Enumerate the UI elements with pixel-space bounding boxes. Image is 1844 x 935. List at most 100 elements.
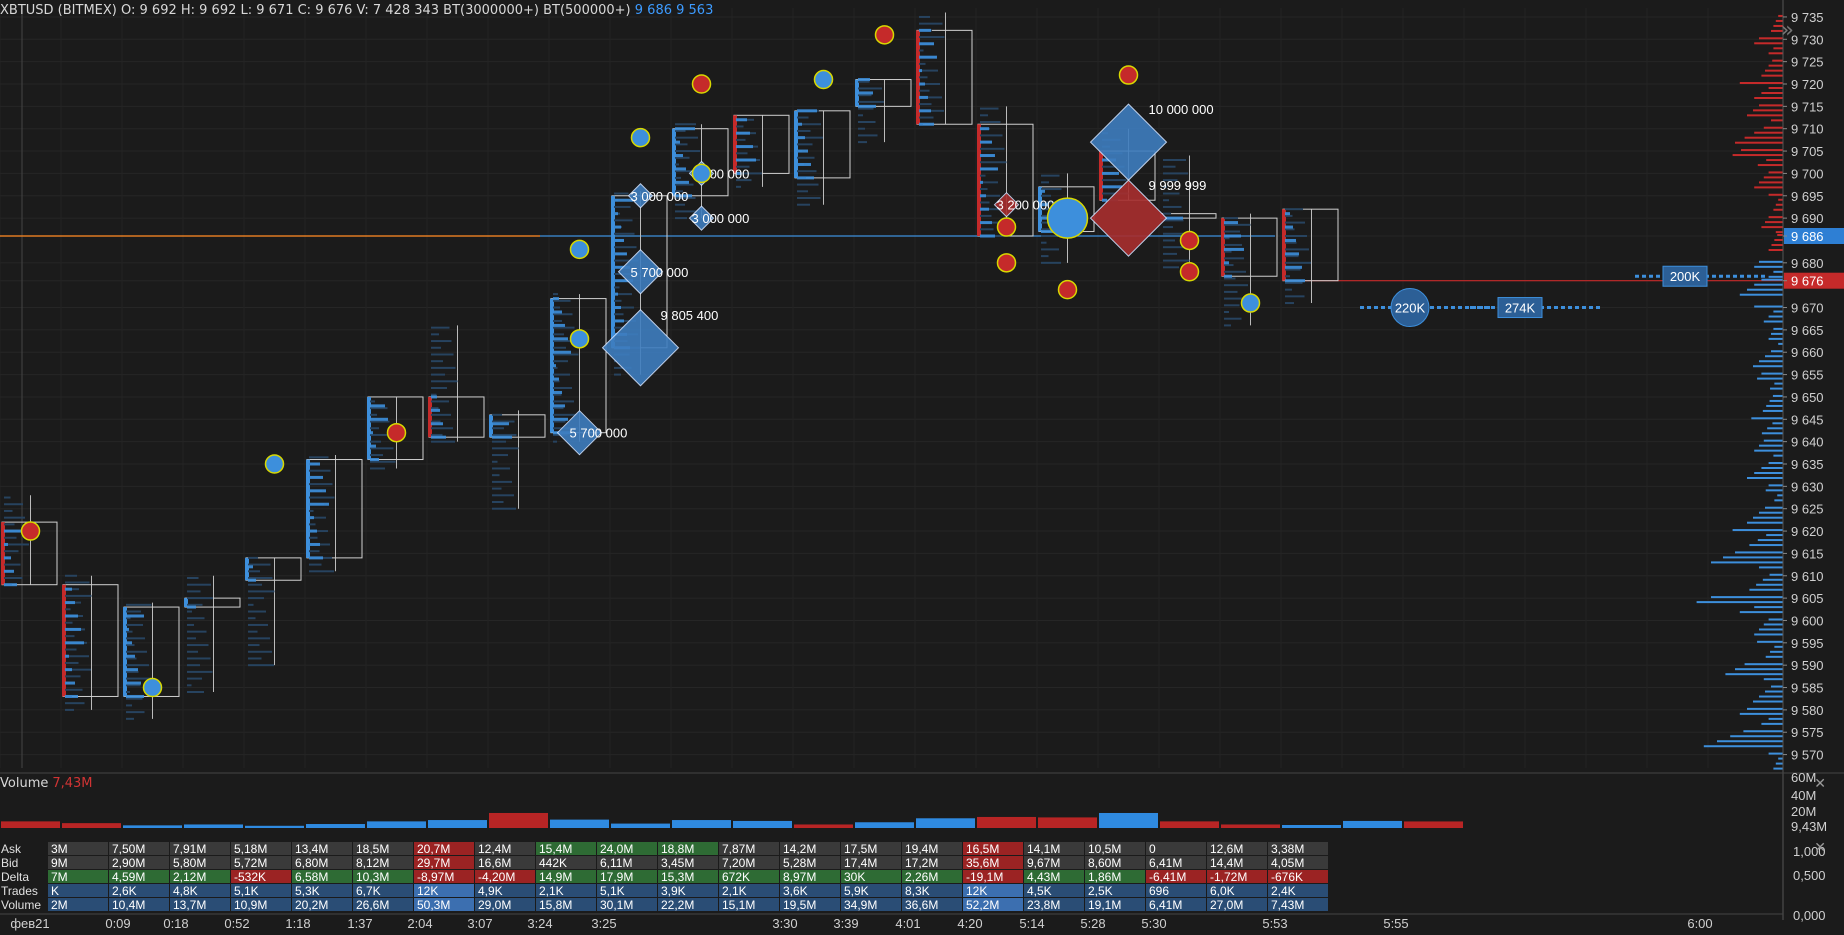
footprint-bar [431,353,454,356]
dom-bar [1749,544,1783,547]
bid-ask-bar [65,654,69,658]
dom-bar [1767,427,1783,430]
dom-bar [1772,59,1783,62]
dom-bar [1754,283,1783,286]
price-label: 9 690 [1791,211,1824,226]
volume-bar [550,819,609,828]
stats-value: 4,9K [478,884,503,898]
price-label: 9 705 [1791,144,1824,159]
footprint-bar [980,188,988,191]
trade-circle [1046,197,1089,239]
footprint-bar [126,630,133,633]
trade-circle [264,454,285,474]
dom-bar [1759,628,1783,631]
footprint-bar [858,134,878,137]
footprint-bar [4,509,13,512]
footprint-bar [1041,181,1049,184]
footprint-chart[interactable]: 3 200 0003 000 0003 000 0003 000 0005 70… [0,0,1844,935]
dom-bar [1765,690,1783,693]
footprint-bar [126,617,131,620]
footprint-bar [309,550,320,553]
dom-bar [1774,499,1783,502]
scroll-right-icon[interactable]: » [1781,18,1794,43]
bid-ask-bar [858,78,870,82]
dom-bar [1771,244,1783,246]
bid-ask-bar [1285,238,1296,242]
footprint-bar [1285,248,1309,251]
stats-value: 14,1M [1027,842,1060,856]
footprint-bar [431,333,439,336]
stats-value: -6,41M [1149,870,1186,884]
dom-bar [1771,350,1783,353]
dom-bar [1744,136,1783,139]
bid-ask-bar [370,431,373,435]
footprint-bar [492,474,500,477]
big-trade-label: 9 805 400 [661,308,719,323]
dom-bar [1768,484,1783,487]
footprint-bar [1224,217,1238,220]
stats-value: 672K [722,870,750,884]
stats-value: 5,1K [600,884,625,898]
time-label: 2:04 [407,916,432,931]
trade-circle [1057,279,1078,300]
dom-bar [1773,454,1783,457]
bid-ask-bar [980,127,989,131]
footprint-bar [431,326,450,329]
bid-ask-bar [431,408,440,412]
footprint-bar [980,228,994,231]
close-volume-icon[interactable]: ✕ [1814,776,1826,792]
bid-ask-bar [65,694,78,698]
footprint-bar [553,440,557,443]
stats-value: 20,7M [417,842,450,856]
bid-ask-bar [797,122,802,126]
time-label: 5:28 [1080,916,1105,931]
footprint-bar [675,183,694,186]
stats-value: 16,6M [478,856,511,870]
close-stats-icon[interactable]: ✕ [1814,840,1826,856]
trade-circle [874,25,895,45]
footprint-bar [431,387,447,389]
footprint-bar [797,203,810,206]
footprint-bar [187,583,211,586]
footprint-bar [1163,252,1177,255]
dom-bar [1735,141,1783,144]
footprint-bar [980,201,990,204]
footprint-bar [309,509,314,512]
dom-bar [1773,270,1783,273]
footprint-bar [431,440,455,443]
bid-ask-bar [4,569,14,573]
price-label: 9 590 [1791,658,1824,673]
time-label: 5:55 [1383,916,1408,931]
footprint-bar [614,192,629,195]
bid-ask-bar [1224,221,1238,225]
dom-bar [1775,231,1783,234]
bid-ask-bar [797,149,808,153]
stats-value: 4,59M [112,870,145,884]
stats-scale-label: 0,000 [1793,908,1826,923]
stats-row-label: Bid [1,856,18,870]
dom-bar [1766,159,1783,162]
footprint-bar [1163,266,1179,269]
footprint-bar [553,420,566,423]
volume-bar [672,820,731,828]
time-label: 3:39 [833,916,858,931]
footprint-bar [187,677,202,680]
dom-bar [1766,534,1783,537]
bid-ask-bar [1224,234,1241,238]
stats-value: 7,50M [112,842,145,856]
trade-circle [1179,262,1200,282]
stats-value: 27,0M [1210,898,1243,912]
ohlcv-label: O: 9 692 H: 9 692 L: 9 671 C: 9 676 V: 7… [121,3,631,18]
bid-ask-bar [919,55,937,59]
dom-bar [1754,449,1783,452]
bid-ask-bar [309,475,323,479]
dom-bar [1753,700,1783,703]
stats-value: 3,9K [661,884,686,898]
trade-circle [1240,293,1261,313]
price-label: 9 660 [1791,345,1824,360]
footprint-bar [1163,199,1169,202]
dom-bar [1768,275,1783,278]
footprint-bar [980,114,988,117]
bid-ask-bar [980,180,983,184]
bid-ask-bar [1102,171,1119,175]
